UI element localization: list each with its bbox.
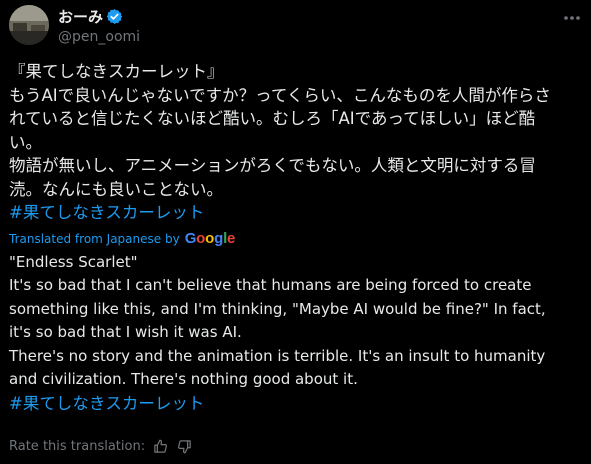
translated-line: something like this, and I'm thinking, "…	[9, 299, 546, 318]
original-line: れていると信じたくないほど酷い。むしろ「AIであってほしい」ほど酷	[9, 109, 536, 128]
author-info: おーみ @pen_oomi	[58, 6, 140, 46]
original-line: 涜。なんにも良いことない。	[9, 179, 224, 199]
tweet: おーみ @pen_oomi 『果てしなきスカーレット』 もうAIで良いんじゃない…	[0, 0, 591, 464]
handle[interactable]: @pen_oomi	[58, 29, 140, 45]
avatar-image	[9, 5, 49, 45]
translated-line: There's no story and the animation is te…	[9, 346, 546, 365]
rate-translation: Rate this translation:	[9, 436, 193, 456]
original-line: 物語が無いし、アニメーションがろくでもない。人類と文明に対する冒	[9, 156, 536, 175]
thumbs-down-icon[interactable]	[175, 437, 193, 455]
tweet-body: 『果てしなきスカーレット』 もうAIで良いんじゃないですか？ってくらい、こんなも…	[9, 60, 584, 415]
thumbs-up-icon[interactable]	[151, 437, 169, 455]
hashtag-link[interactable]: #果てしなきスカーレット	[9, 201, 584, 225]
translated-line: "Endless Scarlet"	[9, 252, 138, 271]
translated-line: and civilization. There's nothing good a…	[9, 370, 358, 388]
display-name[interactable]: おーみ	[58, 6, 103, 27]
verified-badge-icon	[106, 8, 123, 25]
more-options-icon[interactable]	[562, 8, 582, 28]
translation-attribution[interactable]: Translated from Japanese by Google	[9, 229, 584, 249]
original-text: 『果てしなきスカーレット』 もうAIで良いんじゃないですか？ってくらい、こんなも…	[9, 60, 584, 225]
original-line: もうAIで良いんじゃないですか？ってくらい、こんなものを人間が作らさ	[9, 85, 551, 105]
rate-label: Rate this translation:	[9, 438, 146, 454]
translated-text: "Endless Scarlet" It's so bad that I can…	[9, 251, 584, 416]
hashtag-link[interactable]: #果てしなきスカーレット	[9, 392, 584, 416]
google-logo: Google	[184, 230, 236, 247]
translated-line: it's so bad that I wish it was AI.	[9, 323, 242, 341]
translated-line: It's so bad that I can't believe that hu…	[9, 276, 532, 294]
original-line: い。	[9, 132, 42, 152]
original-line: 『果てしなきスカーレット』	[9, 62, 224, 81]
translated-label: Translated from Japanese by	[9, 231, 180, 246]
avatar[interactable]	[9, 5, 49, 45]
